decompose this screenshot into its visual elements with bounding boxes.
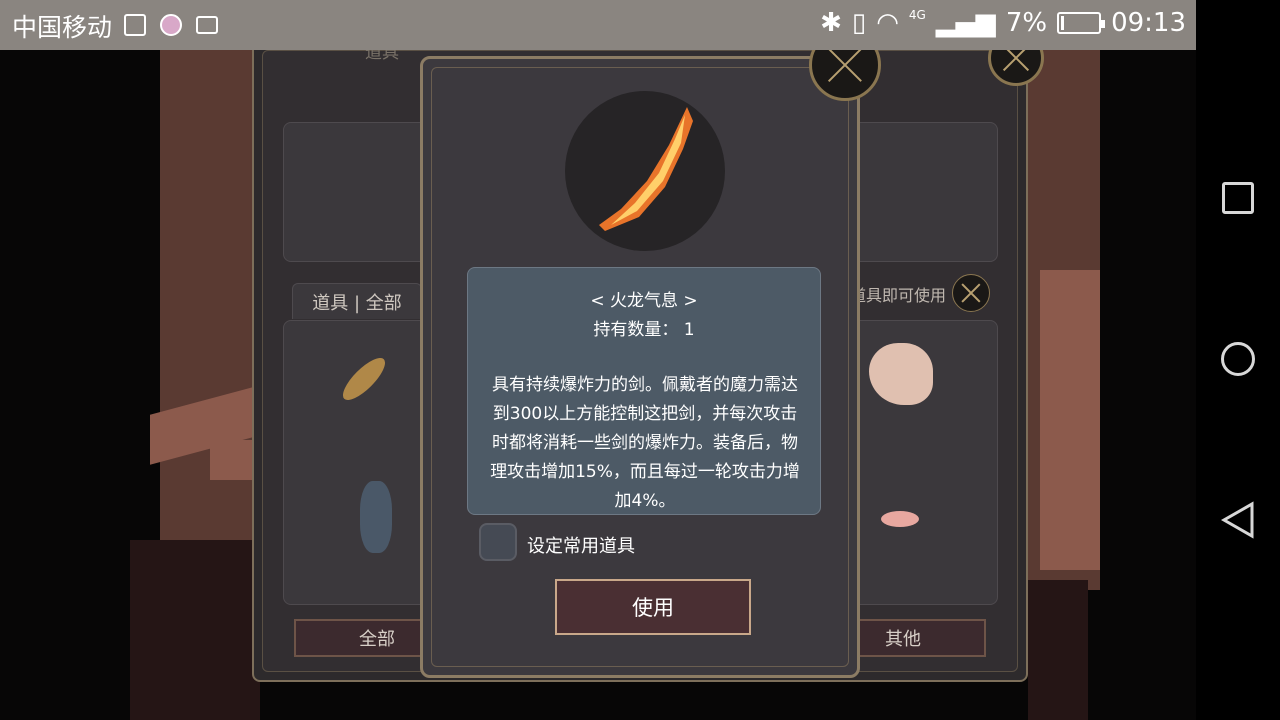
item-detail-dialog: < 火龙气息 > 持有数量： 1 具有持续爆炸力的剑。佩戴者的魔力需达到300以… [420, 29, 881, 678]
network-type: 4G [908, 8, 926, 22]
item-description: 具有持续爆炸力的剑。佩戴者的魔力需达到300以上方能控制这把剑，并每次攻击时都将… [490, 375, 800, 511]
background-floor [1028, 580, 1088, 720]
tab-items-all[interactable]: 道具 | 全部 [292, 283, 422, 319]
game-screen: 道具 道具 | 全部 点击道具即可使用 全部 其他 < 火龙气息 > 持有数量：… [0, 0, 1280, 720]
item-description-box: < 火龙气息 > 持有数量： 1 具有持续爆炸力的剑。佩戴者的魔力需达到300以… [467, 267, 821, 515]
background-floor [130, 540, 260, 720]
item-slot-feather[interactable] [881, 511, 919, 527]
recent-apps-button[interactable] [1222, 182, 1254, 214]
navigation-bar [1196, 0, 1280, 720]
battery-icon [1057, 12, 1106, 34]
item-slot-ghost[interactable] [869, 343, 933, 405]
use-button[interactable]: 使用 [555, 579, 751, 635]
item-icon-frame [565, 91, 725, 251]
close-icon[interactable] [952, 274, 990, 312]
bluetooth-icon: ✱ [820, 8, 842, 38]
item-grid-left [283, 320, 433, 605]
battery-percent: 7% [1005, 8, 1048, 38]
clock: 09:13 [1111, 8, 1186, 38]
background-scenery [160, 50, 260, 570]
gallery-icon [124, 14, 146, 36]
item-slot-horn[interactable] [337, 352, 391, 406]
background-plank [1040, 270, 1100, 570]
status-icons: ✱ ▯ ◠ 4G ▂▄▆ 7% 09:13 [820, 8, 1186, 38]
inventory-top-panel-left [283, 122, 433, 262]
battery-fill [1061, 16, 1065, 30]
keyboard-icon [196, 16, 218, 34]
item-grid-right [850, 320, 998, 605]
carrier-name: 中国移动 [12, 13, 113, 42]
fire-dragon-sword-icon [599, 107, 693, 231]
status-bar: 中国移动 ✱ ▯ ◠ 4G ▂▄▆ 7% 09:13 [0, 0, 1196, 50]
item-name: < 火龙气息 > [590, 291, 698, 311]
item-slot-spiked-shell[interactable] [360, 481, 392, 553]
inventory-top-panel-right [850, 122, 998, 262]
favorite-label: 设定常用道具 [527, 536, 635, 557]
vibrate-icon: ▯ [851, 8, 867, 38]
item-count: 持有数量： 1 [593, 320, 695, 340]
wifi-icon: ◠ [876, 8, 899, 38]
favorite-checkbox[interactable] [479, 523, 517, 561]
home-button[interactable] [1221, 342, 1255, 376]
signal-icon: ▂▄▆ [935, 8, 996, 38]
back-button[interactable] [1218, 500, 1258, 540]
app-icon [160, 14, 182, 36]
